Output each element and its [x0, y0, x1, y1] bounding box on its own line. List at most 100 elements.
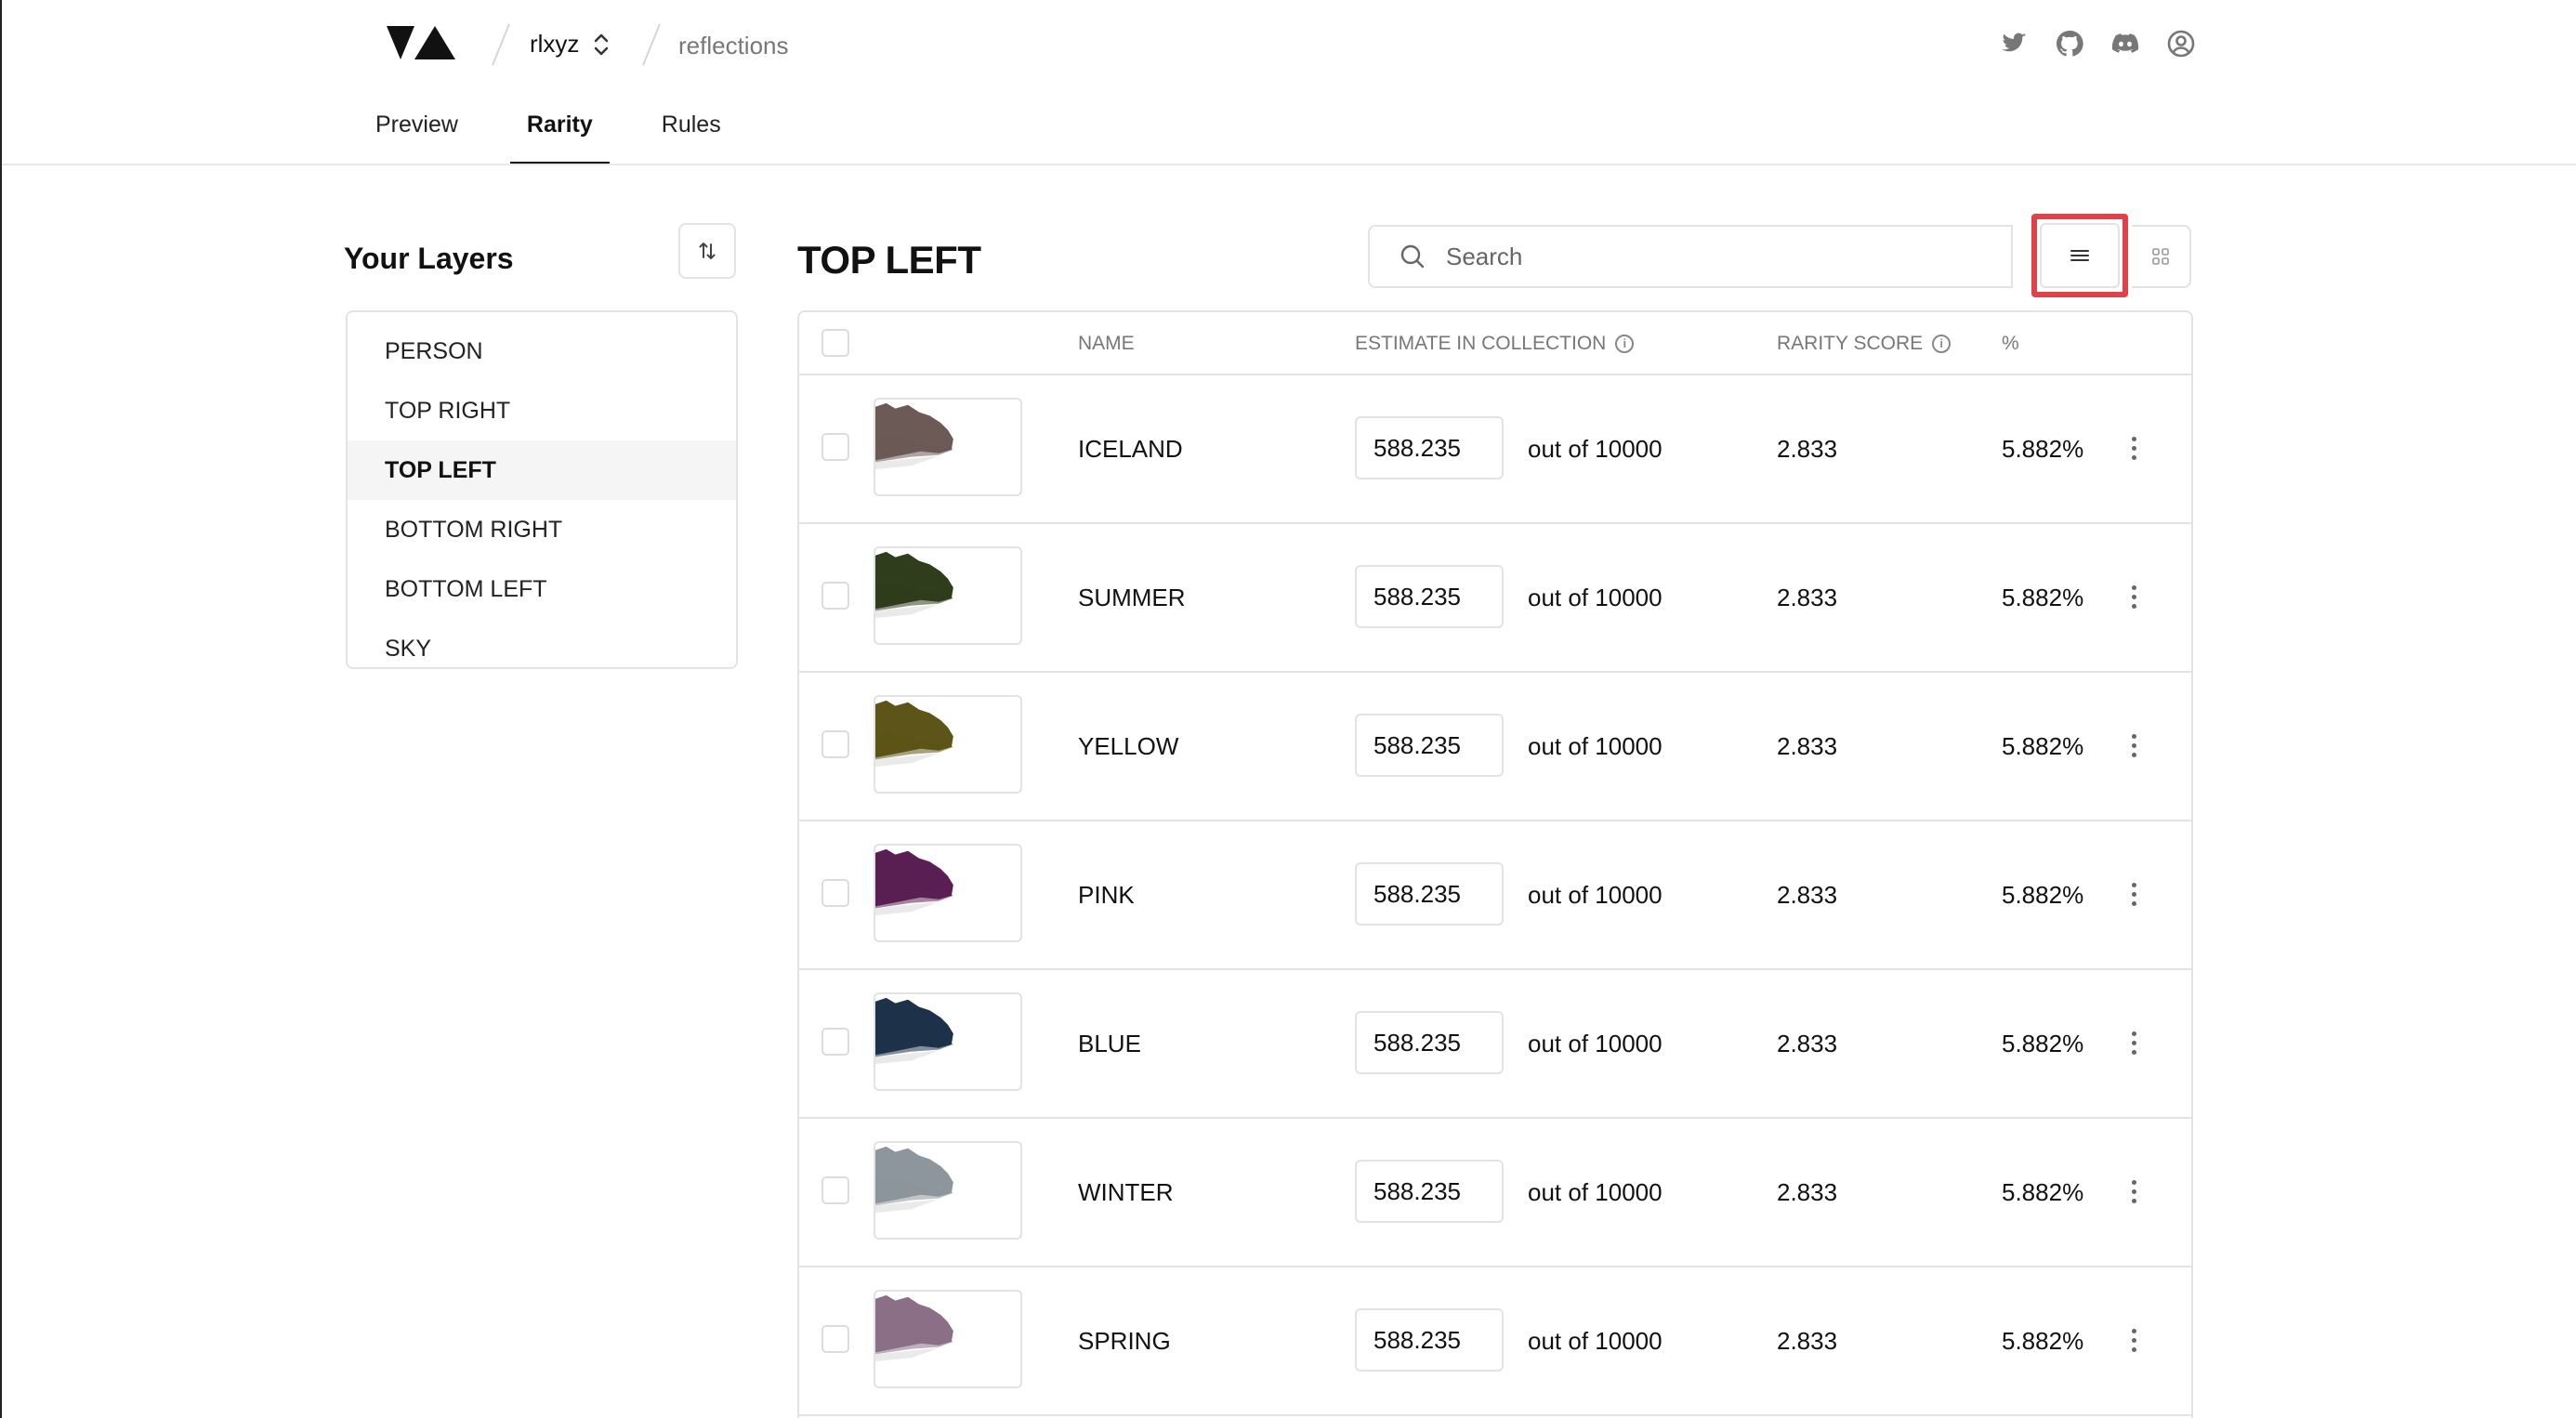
rarity-score: 2.833 [1777, 881, 1838, 909]
layer-item-sky[interactable]: SKY [348, 619, 736, 678]
tab-rarity[interactable]: Rarity [509, 112, 610, 165]
logo-icon[interactable] [387, 24, 455, 61]
select-all-checkbox[interactable] [821, 329, 849, 357]
rarity-score: 2.833 [1777, 1327, 1838, 1355]
search-icon [1400, 244, 1425, 269]
layer-item-bottom-right[interactable]: BOTTOM RIGHT [348, 500, 736, 559]
column-estimate[interactable]: ESTIMATE IN COLLECTION i [1355, 333, 1635, 355]
grid-icon [2152, 248, 2169, 265]
layer-item-top-left[interactable]: TOP LEFT [348, 440, 736, 500]
column-rarity-score[interactable]: RARITY SCORE i [1777, 333, 1952, 355]
trait-thumbnail [874, 1141, 1022, 1240]
user-account-icon[interactable] [2165, 28, 2197, 59]
out-of-label: out of 10000 [1528, 1178, 1663, 1206]
estimate-input[interactable]: 588.235 [1355, 1308, 1504, 1372]
table-row[interactable]: SPRING 588.235 out of 10000 2.833 5.882% [799, 1267, 2191, 1416]
table-row[interactable]: ICELAND 588.235 out of 10000 2.833 5.882… [799, 375, 2191, 524]
estimate-input[interactable]: 588.235 [1355, 416, 1504, 479]
out-of-label: out of 10000 [1528, 1030, 1663, 1057]
chevron-updown-icon [595, 33, 609, 55]
info-icon[interactable]: i [1615, 335, 1635, 353]
trait-name: YELLOW [1078, 732, 1179, 760]
rarity-score: 2.833 [1777, 1030, 1838, 1057]
rarity-percent: 5.882% [2002, 1327, 2084, 1355]
trait-thumbnail [874, 546, 1022, 645]
discord-icon[interactable] [2109, 28, 2141, 59]
column-score-label: RARITY SCORE [1777, 333, 1924, 354]
grid-view-button[interactable] [2132, 225, 2191, 288]
estimate-input[interactable]: 588.235 [1355, 862, 1504, 926]
rarity-percent: 5.882% [2002, 1030, 2084, 1057]
tab-rules[interactable]: Rules [660, 112, 723, 164]
trait-thumbnail [874, 695, 1022, 794]
more-options-icon[interactable] [2124, 875, 2143, 913]
search-box [1368, 225, 2013, 288]
row-checkbox[interactable] [821, 730, 849, 758]
row-checkbox[interactable] [821, 1028, 849, 1056]
search-input[interactable] [1444, 241, 1968, 272]
page-title: TOP LEFT [797, 238, 981, 282]
list-icon [2070, 250, 2089, 261]
trait-name: WINTER [1078, 1178, 1174, 1206]
estimate-input[interactable]: 588.235 [1355, 1011, 1504, 1074]
layer-item-bottom-left[interactable]: BOTTOM LEFT [348, 559, 736, 619]
trait-thumbnail [874, 1290, 1022, 1388]
trait-name: SUMMER [1078, 584, 1186, 611]
out-of-label: out of 10000 [1528, 732, 1663, 760]
github-icon[interactable] [2054, 28, 2085, 59]
estimate-input[interactable]: 588.235 [1355, 565, 1504, 628]
column-name[interactable]: NAME [1078, 333, 1135, 355]
info-icon[interactable]: i [1932, 335, 1952, 353]
sort-arrows-icon [699, 243, 716, 259]
table-row[interactable]: PINK 588.235 out of 10000 2.833 5.882% [799, 821, 2191, 970]
collection-name[interactable]: reflections [678, 32, 789, 60]
trait-name: PINK [1078, 881, 1135, 909]
project-switcher[interactable]: rlxyz [530, 30, 611, 59]
trait-thumbnail [874, 398, 1022, 496]
layer-item-top-right[interactable]: TOP RIGHT [348, 381, 736, 440]
row-checkbox[interactable] [821, 433, 849, 461]
table-row[interactable]: WINTER 588.235 out of 10000 2.833 5.882% [799, 1119, 2191, 1267]
breadcrumb-divider [642, 23, 661, 66]
estimate-input[interactable]: 588.235 [1355, 714, 1504, 777]
more-options-icon[interactable] [2124, 1173, 2143, 1210]
list-view-button[interactable] [2040, 223, 2120, 288]
row-checkbox[interactable] [821, 582, 849, 610]
column-percent-label: % [2002, 333, 2019, 354]
column-name-label: NAME [1078, 333, 1135, 354]
table-row[interactable]: YELLOW 588.235 out of 10000 2.833 5.882% [799, 673, 2191, 821]
rarity-percent: 5.882% [2002, 584, 2084, 611]
rarity-score: 2.833 [1777, 435, 1838, 463]
more-options-icon[interactable] [2124, 429, 2143, 466]
layer-list: PERSON TOP RIGHT TOP LEFT BOTTOM RIGHT B… [346, 310, 738, 669]
trait-thumbnail [874, 844, 1022, 942]
list-view-button-highlight [2031, 214, 2128, 297]
tab-preview[interactable]: Preview [374, 112, 460, 164]
rarity-score: 2.833 [1777, 584, 1838, 611]
table-row[interactable]: BLUE 588.235 out of 10000 2.833 5.882% [799, 970, 2191, 1119]
row-checkbox[interactable] [821, 1176, 849, 1204]
nav-tabs: Preview Rarity Rules [374, 112, 788, 165]
table-row[interactable]: SUMMER 588.235 out of 10000 2.833 5.882% [799, 524, 2191, 673]
traits-table: NAME ESTIMATE IN COLLECTION i RARITY SCOR… [797, 310, 2193, 1418]
row-checkbox[interactable] [821, 1325, 849, 1353]
estimate-input[interactable]: 588.235 [1355, 1160, 1504, 1223]
sort-layers-button[interactable] [678, 223, 736, 279]
out-of-label: out of 10000 [1528, 584, 1663, 611]
breadcrumb-divider [492, 23, 510, 66]
project-name: rlxyz [530, 30, 580, 58]
row-checkbox[interactable] [821, 879, 849, 907]
sidebar-title: Your Layers [344, 242, 514, 275]
more-options-icon[interactable] [2124, 578, 2143, 615]
more-options-icon[interactable] [2124, 1321, 2143, 1359]
rarity-percent: 5.882% [2002, 732, 2084, 760]
more-options-icon[interactable] [2124, 1024, 2143, 1061]
more-options-icon[interactable] [2124, 727, 2143, 764]
trait-name: ICELAND [1078, 435, 1183, 463]
out-of-label: out of 10000 [1528, 881, 1663, 909]
rarity-percent: 5.882% [2002, 435, 2084, 463]
rarity-percent: 5.882% [2002, 881, 2084, 909]
column-percent[interactable]: % [2002, 333, 2019, 355]
twitter-icon[interactable] [1998, 28, 2030, 59]
layer-item-person[interactable]: PERSON [348, 322, 736, 381]
